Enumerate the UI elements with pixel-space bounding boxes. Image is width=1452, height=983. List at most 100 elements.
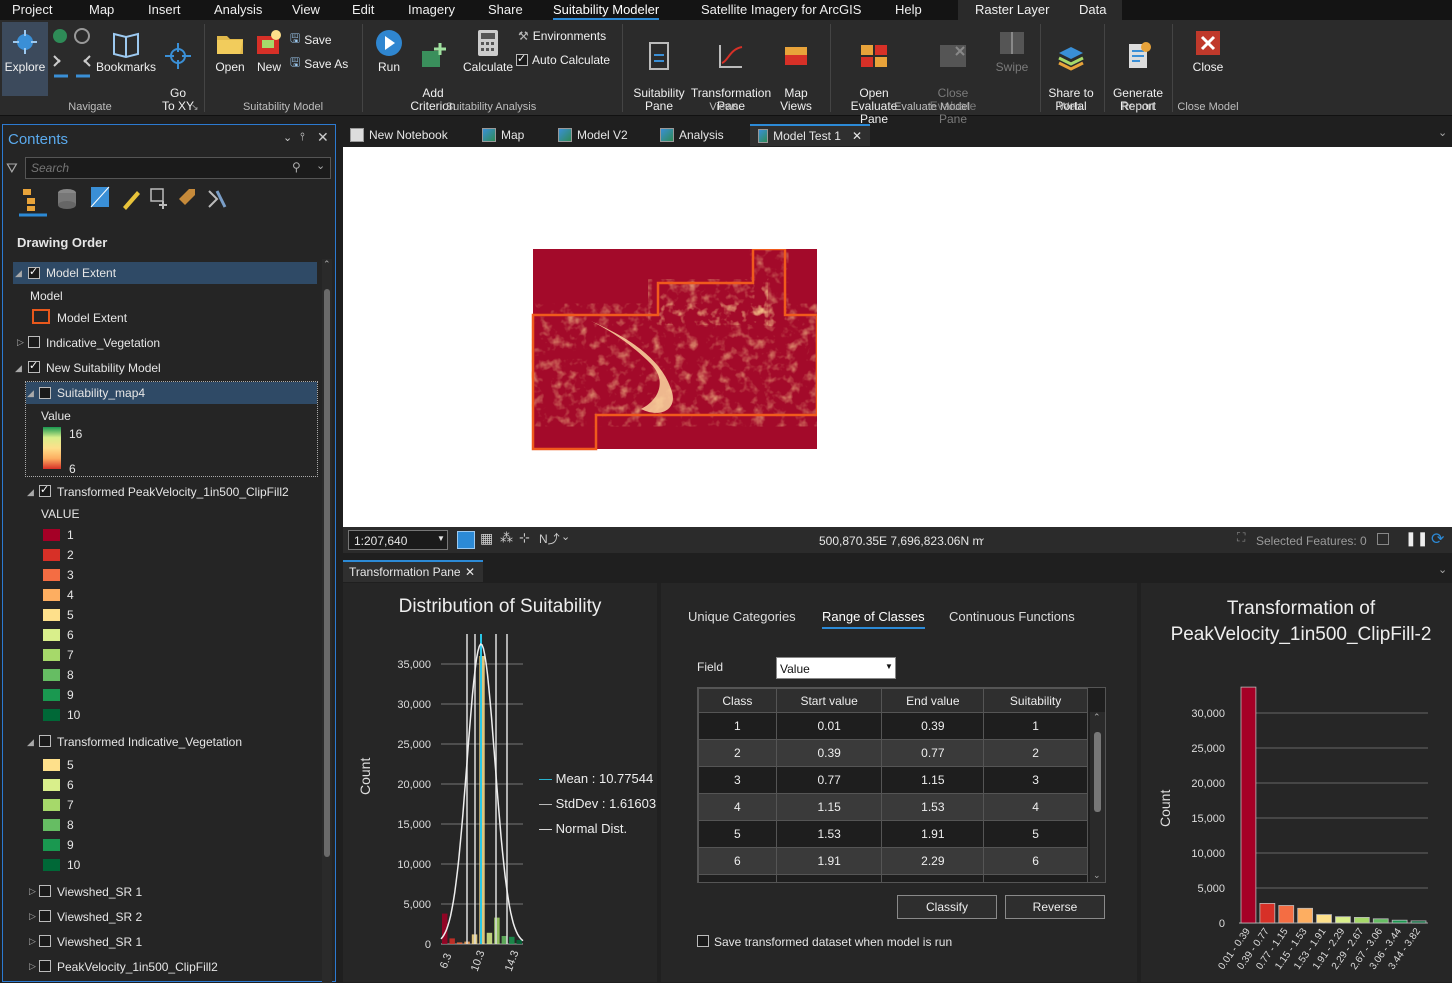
scroll-up-icon[interactable]: ⌃	[1093, 712, 1101, 723]
bookmarks-button[interactable]: Bookmarks	[96, 28, 156, 74]
run-button[interactable]: Run	[372, 28, 406, 74]
labeling-icon[interactable]	[179, 189, 195, 205]
map-view[interactable]	[343, 147, 1452, 527]
table-cell[interactable]: 5	[698, 820, 777, 848]
table-cell[interactable]: 0.39	[775, 739, 883, 767]
search-icon[interactable]: ⚲	[292, 160, 301, 174]
search-input[interactable]	[26, 158, 286, 178]
go-to-xy-button[interactable]: Go To XY	[160, 28, 196, 113]
editing-icon[interactable]	[123, 191, 140, 210]
table-cell[interactable]: 2	[698, 739, 777, 767]
new-model-button[interactable]: New	[252, 28, 286, 74]
collapse-icon[interactable]: ◢	[27, 487, 34, 498]
table-cell[interactable]: 1	[983, 712, 1088, 740]
save-button[interactable]: 🖫 Save	[290, 29, 332, 50]
selection-icon[interactable]	[90, 186, 110, 208]
table-cell[interactable]: 4	[983, 793, 1088, 821]
peakvelocity-checkbox[interactable]	[39, 960, 51, 972]
auto-calculate-check[interactable]	[516, 52, 528, 66]
dialog-launcher-icon[interactable]: ↘	[191, 102, 199, 113]
table-cell[interactable]: 4	[698, 793, 777, 821]
pin-icon[interactable]: ⫯	[300, 131, 305, 144]
tab-new-notebook[interactable]: New Notebook	[342, 124, 456, 146]
collapse-icon[interactable]: ◢	[27, 737, 34, 748]
menu-project[interactable]: Project	[12, 2, 52, 17]
tab-model-v2[interactable]: Model V2	[550, 124, 636, 146]
table-cell[interactable]: 0.39	[881, 712, 985, 740]
table-row[interactable]: 6 1.91 2.29 6	[698, 847, 1088, 875]
menu-map[interactable]: Map	[89, 2, 114, 17]
collapse-icon[interactable]: ◢	[27, 388, 34, 399]
table-row[interactable]: 3 0.77 1.15 3	[698, 766, 1088, 794]
menu-analysis[interactable]: Analysis	[214, 2, 262, 17]
tabs-overflow-icon[interactable]: ⌄	[1438, 126, 1447, 139]
menu-edit[interactable]: Edit	[352, 2, 374, 17]
table-cell[interactable]: 1.15	[775, 793, 883, 821]
tab-map[interactable]: Map	[474, 124, 532, 146]
table-scrollbar[interactable]: ⌃ ⌄	[1090, 712, 1105, 882]
swipe-button[interactable]: Swipe	[994, 28, 1030, 74]
menu-insert[interactable]: Insert	[148, 2, 181, 17]
expand-icon[interactable]: ▷	[29, 886, 36, 897]
table-cell[interactable]: 3	[698, 766, 777, 794]
model-extent-checkbox[interactable]	[28, 265, 40, 279]
dropdown-arrow-icon[interactable]: ▼	[437, 534, 445, 543]
environments-button[interactable]: ⚒ Environments	[518, 29, 606, 43]
menu-satellite-imagery[interactable]: Satellite Imagery for ArcGIS	[701, 2, 861, 17]
table-cell[interactable]: 1.91	[881, 820, 985, 848]
viewshed-2-checkbox[interactable]	[39, 910, 51, 922]
close-tab-icon[interactable]: ✕	[852, 129, 862, 143]
coordinate-format-icon[interactable]: ⌄	[977, 531, 986, 544]
north-arrow-icon[interactable]: N⤴	[539, 530, 560, 547]
table-row[interactable]: 2 0.39 0.77 2	[698, 739, 1088, 767]
table-row[interactable]: 72.292.677	[698, 874, 1088, 882]
expand-icon[interactable]: ▷	[29, 961, 36, 972]
table-cell[interactable]: 1.15	[881, 766, 985, 794]
table-row[interactable]: 1 0.01 0.39 1	[698, 712, 1088, 740]
transformed-veg-checkbox[interactable]	[39, 735, 51, 747]
indicative-vegetation-checkbox[interactable]	[28, 336, 40, 348]
search-dropdown-icon[interactable]: ⌄	[316, 159, 325, 172]
pause-icon[interactable]: ❚❚	[1405, 530, 1428, 547]
scroll-up-icon[interactable]: ⌃	[323, 259, 331, 270]
tab-model-test-1[interactable]: Model Test 1 ✕	[750, 124, 870, 146]
clear-selection-icon[interactable]	[1377, 533, 1389, 545]
save-transformed-checkbox[interactable]	[697, 935, 709, 947]
filter-icon[interactable]: ⛛	[6, 160, 18, 177]
field-select[interactable]: Value ▼	[776, 657, 896, 679]
table-row[interactable]: 4 1.15 1.53 4	[698, 793, 1088, 821]
table-cell[interactable]: 5	[983, 820, 1088, 848]
open-model-button[interactable]: Open	[212, 28, 248, 74]
menu-imagery[interactable]: Imagery	[408, 2, 455, 17]
close-model-button[interactable]: Close	[1186, 28, 1230, 74]
refresh-icon[interactable]: ⟳	[1431, 529, 1444, 549]
close-pane-icon[interactable]: ✕	[317, 129, 329, 146]
close-tab-icon[interactable]: ✕	[465, 565, 475, 579]
chevron-down-icon[interactable]: ⌄	[561, 530, 570, 543]
calculate-button[interactable]: Calculate	[462, 28, 514, 74]
table-cell[interactable]: 1	[698, 712, 777, 740]
grid-icon[interactable]: ▦	[480, 530, 493, 547]
suitability-map4-checkbox[interactable]	[39, 387, 51, 399]
chevron-down-icon[interactable]: ⌄	[283, 131, 292, 144]
tab-unique-categories[interactable]: Unique Categories	[688, 609, 796, 624]
explore-button[interactable]: Explore	[2, 22, 48, 96]
drawing-order-icon[interactable]	[19, 189, 47, 217]
table-cell[interactable]: 0.77	[881, 739, 985, 767]
save-as-button[interactable]: 🖫 Save As	[290, 53, 348, 74]
table-cell[interactable]: 6	[983, 847, 1088, 875]
table-cell[interactable]: 2.29	[881, 847, 985, 875]
table-cell[interactable]: 0.77	[775, 766, 883, 794]
dropdown-arrow-icon[interactable]: ▼	[885, 662, 893, 671]
table-cell[interactable]: 1.91	[775, 847, 883, 875]
menu-suitability-modeler[interactable]: Suitability Modeler	[553, 2, 660, 20]
expand-icon[interactable]: ▷	[17, 337, 24, 348]
viewshed-1-checkbox[interactable]	[39, 885, 51, 897]
menu-help[interactable]: Help	[895, 2, 922, 17]
expand-icon[interactable]: ▷	[29, 911, 36, 922]
contents-scrollbar[interactable]: ⌃	[322, 259, 332, 983]
map-views-button[interactable]: Map Views	[774, 28, 818, 113]
table-row[interactable]: 5 1.53 1.91 5	[698, 820, 1088, 848]
table-cell[interactable]: 6	[698, 847, 777, 875]
data-source-icon[interactable]	[58, 189, 76, 209]
